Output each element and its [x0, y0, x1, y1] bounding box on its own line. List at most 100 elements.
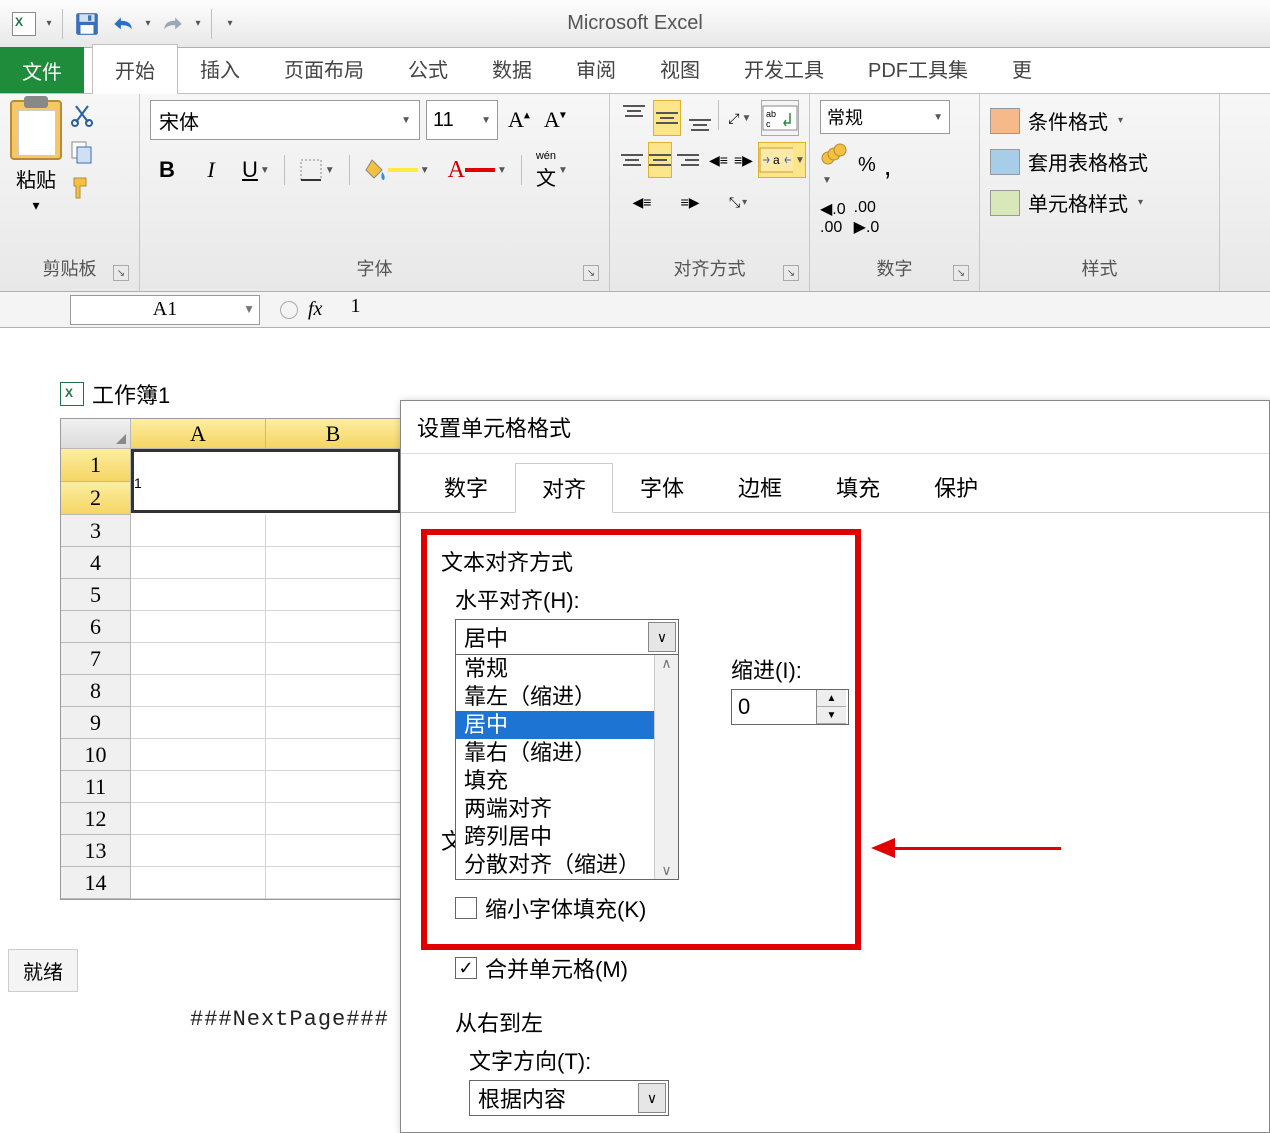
cell[interactable]	[131, 867, 266, 899]
format-table-button[interactable]: 套用表格格式	[990, 141, 1209, 182]
comma-button[interactable]: ,	[884, 150, 892, 182]
accounting-format-button[interactable]: ▼	[820, 142, 850, 189]
shrink-to-fit-checkbox[interactable]	[455, 897, 477, 919]
row-header-7[interactable]: 7	[61, 643, 131, 675]
row-header-8[interactable]: 8	[61, 675, 131, 707]
borders-button[interactable]: ▼	[295, 150, 339, 190]
align-bottom-button[interactable]	[685, 100, 714, 136]
angle-text-button[interactable]: ⤡▾	[716, 184, 760, 220]
align-left-button[interactable]	[620, 142, 644, 178]
column-header-b[interactable]: B	[266, 419, 401, 449]
italic-button[interactable]: I	[194, 150, 228, 190]
dropdown-option[interactable]: 靠左（缩进）	[456, 683, 678, 711]
font-color-button[interactable]: A▼	[444, 150, 511, 190]
dialog-tab-protection[interactable]: 保护	[907, 462, 1005, 512]
cell[interactable]	[131, 515, 266, 547]
redo-drop-icon[interactable]: ▾	[193, 18, 203, 29]
cell[interactable]	[266, 707, 401, 739]
row-header-14[interactable]: 14	[61, 867, 131, 899]
cell[interactable]	[131, 675, 266, 707]
align-top-button[interactable]	[620, 100, 649, 136]
font-launcher-icon[interactable]: ↘	[583, 265, 599, 281]
tab-more[interactable]: 更	[990, 44, 1054, 93]
row-header-5[interactable]: 5	[61, 579, 131, 611]
tab-home[interactable]: 开始	[92, 44, 178, 94]
dropdown-option[interactable]: 靠右（缩进）	[456, 739, 678, 767]
row-header-2[interactable]: 2	[61, 482, 131, 515]
copy-button[interactable]	[68, 140, 96, 164]
horizontal-align-combo[interactable]: 居中 ∨	[455, 619, 679, 655]
orientation-button[interactable]: ⤢▼	[723, 100, 757, 136]
cell[interactable]	[266, 611, 401, 643]
font-name-combo[interactable]: 宋体▼	[150, 100, 420, 140]
cell[interactable]	[131, 835, 266, 867]
dropdown-option[interactable]: 常规	[456, 655, 678, 683]
cut-button[interactable]	[68, 104, 96, 128]
tab-page-layout[interactable]: 页面布局	[262, 44, 386, 93]
dropdown-option-selected[interactable]: 居中	[456, 711, 678, 739]
indent-spinner[interactable]: ▲▼	[731, 689, 849, 725]
percent-button[interactable]: %	[858, 154, 876, 177]
spinner-up-icon[interactable]: ▲	[817, 690, 846, 707]
number-format-combo[interactable]: 常规▼	[820, 100, 950, 134]
fill-color-button[interactable]: ▼	[360, 150, 434, 190]
align-center-button[interactable]	[648, 142, 672, 178]
row-header-4[interactable]: 4	[61, 547, 131, 579]
increase-indent2-button[interactable]: ≡▶	[668, 184, 712, 220]
decrease-indent2-button[interactable]: ◀≡	[620, 184, 664, 220]
tab-data[interactable]: 数据	[470, 44, 554, 93]
tab-formulas[interactable]: 公式	[386, 44, 470, 93]
dropdown-option[interactable]: 填充	[456, 767, 678, 795]
row-header-1[interactable]: 1	[61, 449, 131, 482]
tab-file[interactable]: 文件	[0, 47, 84, 93]
tab-insert[interactable]: 插入	[178, 44, 262, 93]
tab-view[interactable]: 视图	[638, 44, 722, 93]
cell[interactable]	[131, 771, 266, 803]
row-header-11[interactable]: 11	[61, 771, 131, 803]
cell[interactable]	[266, 643, 401, 675]
tab-developer[interactable]: 开发工具	[722, 44, 846, 93]
decrease-font-button[interactable]: A▾	[540, 107, 570, 133]
row-header-3[interactable]: 3	[61, 515, 131, 547]
format-painter-button[interactable]	[68, 176, 96, 200]
cell[interactable]	[266, 579, 401, 611]
dialog-tab-font[interactable]: 字体	[613, 462, 711, 512]
row-header-9[interactable]: 9	[61, 707, 131, 739]
dialog-tab-alignment[interactable]: 对齐	[515, 463, 613, 513]
increase-indent-button[interactable]: ≡▶	[733, 142, 754, 178]
increase-font-button[interactable]: A▴	[504, 107, 534, 133]
cell[interactable]	[266, 867, 401, 899]
font-size-combo[interactable]: 11▼	[426, 100, 498, 140]
dialog-tab-number[interactable]: 数字	[417, 462, 515, 512]
column-header-a[interactable]: A	[131, 419, 266, 449]
cell[interactable]	[266, 515, 401, 547]
formula-input[interactable]: 1	[342, 295, 1270, 325]
align-right-button[interactable]	[676, 142, 700, 178]
dropdown-option[interactable]: 分散对齐（缩进）	[456, 851, 678, 879]
phonetic-button[interactable]: wén文▼	[532, 150, 572, 190]
cell[interactable]	[266, 835, 401, 867]
excel-menu-icon[interactable]	[8, 8, 40, 40]
alignment-launcher-icon[interactable]: ↘	[783, 265, 799, 281]
cell[interactable]	[131, 547, 266, 579]
align-middle-button[interactable]	[653, 100, 682, 136]
cell[interactable]	[131, 579, 266, 611]
dialog-tab-fill[interactable]: 填充	[809, 462, 907, 512]
cell-a1-b2-merged[interactable]: 1	[131, 449, 401, 513]
merge-center-button[interactable]: a▼	[758, 142, 806, 178]
dropdown-option[interactable]: 两端对齐	[456, 795, 678, 823]
qat-menu-drop-icon[interactable]: ▾	[44, 18, 54, 29]
text-direction-combo[interactable]: 根据内容 ∨	[469, 1080, 669, 1116]
select-all-corner[interactable]	[61, 419, 131, 449]
underline-button[interactable]: U▼	[238, 150, 274, 190]
clipboard-launcher-icon[interactable]: ↘	[113, 265, 129, 281]
wrap-text-button[interactable]: abc	[761, 100, 799, 136]
cell[interactable]	[131, 803, 266, 835]
dialog-tab-border[interactable]: 边框	[711, 462, 809, 512]
fx-icon[interactable]: fx	[308, 298, 322, 321]
cell[interactable]	[131, 707, 266, 739]
tab-review[interactable]: 审阅	[554, 44, 638, 93]
cell[interactable]	[266, 803, 401, 835]
cell[interactable]	[131, 611, 266, 643]
save-button[interactable]	[71, 8, 103, 40]
